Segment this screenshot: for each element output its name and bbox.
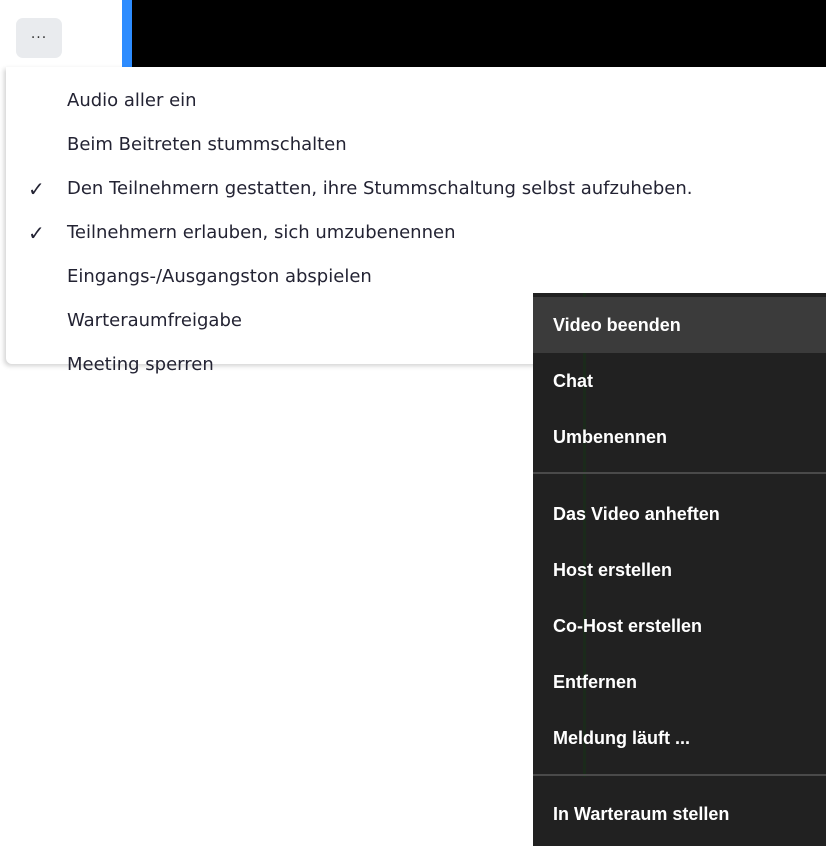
check-icon: ✓	[28, 221, 45, 245]
menu-item-label: Meldung läuft ...	[553, 728, 690, 748]
menu-item-label: Eingangs-/Ausgangston abspielen	[67, 266, 372, 287]
menu-item-label: Co-Host erstellen	[553, 616, 703, 636]
menu-item-rename[interactable]: Umbenennen	[533, 409, 826, 465]
menu-item-label: Warteraumfreigabe	[67, 310, 242, 331]
menu-item-label: Audio aller ein	[67, 90, 197, 111]
menu-item-allow-self-unmute[interactable]: ✓ Den Teilnehmern gestatten, ihre Stumms…	[6, 167, 826, 211]
menu-item-label: Entfernen	[553, 672, 638, 692]
menu-item-move-to-waiting-room[interactable]: In Warteraum stellen	[533, 786, 826, 842]
menu-item-unmute-all[interactable]: Audio aller ein	[6, 79, 826, 123]
menu-item-label: Umbenennen	[553, 427, 668, 447]
menu-item-label: Chat	[553, 371, 593, 391]
menu-item-label: Den Teilnehmern gestatten, ihre Stummsch…	[67, 178, 693, 199]
menu-item-mute-on-entry[interactable]: Beim Beitreten stummschalten	[6, 123, 826, 167]
menu-item-label: Host erstellen	[553, 560, 673, 580]
menu-item-chat[interactable]: Chat	[533, 353, 826, 409]
menu-item-label: In Warteraum stellen	[553, 804, 730, 824]
menu-item-label: Meeting sperren	[67, 354, 214, 375]
menu-item-make-cohost[interactable]: Co-Host erstellen	[533, 598, 826, 654]
more-options-button[interactable]: ...	[16, 18, 62, 58]
menu-item-label: Beim Beitreten stummschalten	[67, 134, 347, 155]
menu-item-label: Teilnehmern erlauben, sich umzubenennen	[67, 222, 456, 243]
video-area	[122, 0, 826, 67]
participant-context-menu: Video beenden Chat Umbenennen Das Video …	[533, 293, 826, 846]
menu-item-pin-video[interactable]: Das Video anheften	[533, 486, 826, 542]
menu-item-remove[interactable]: Entfernen	[533, 654, 826, 710]
menu-item-stop-video[interactable]: Video beenden	[533, 297, 826, 353]
menu-item-label: Video beenden	[553, 315, 681, 335]
menu-separator	[533, 774, 826, 776]
menu-separator	[533, 472, 826, 474]
menu-item-report[interactable]: Meldung läuft ...	[533, 710, 826, 766]
check-icon: ✓	[28, 177, 45, 201]
menu-item-allow-rename[interactable]: ✓ Teilnehmern erlauben, sich umzubenenne…	[6, 211, 826, 255]
menu-item-make-host[interactable]: Host erstellen	[533, 542, 826, 598]
menu-item-label: Das Video anheften	[553, 504, 720, 524]
